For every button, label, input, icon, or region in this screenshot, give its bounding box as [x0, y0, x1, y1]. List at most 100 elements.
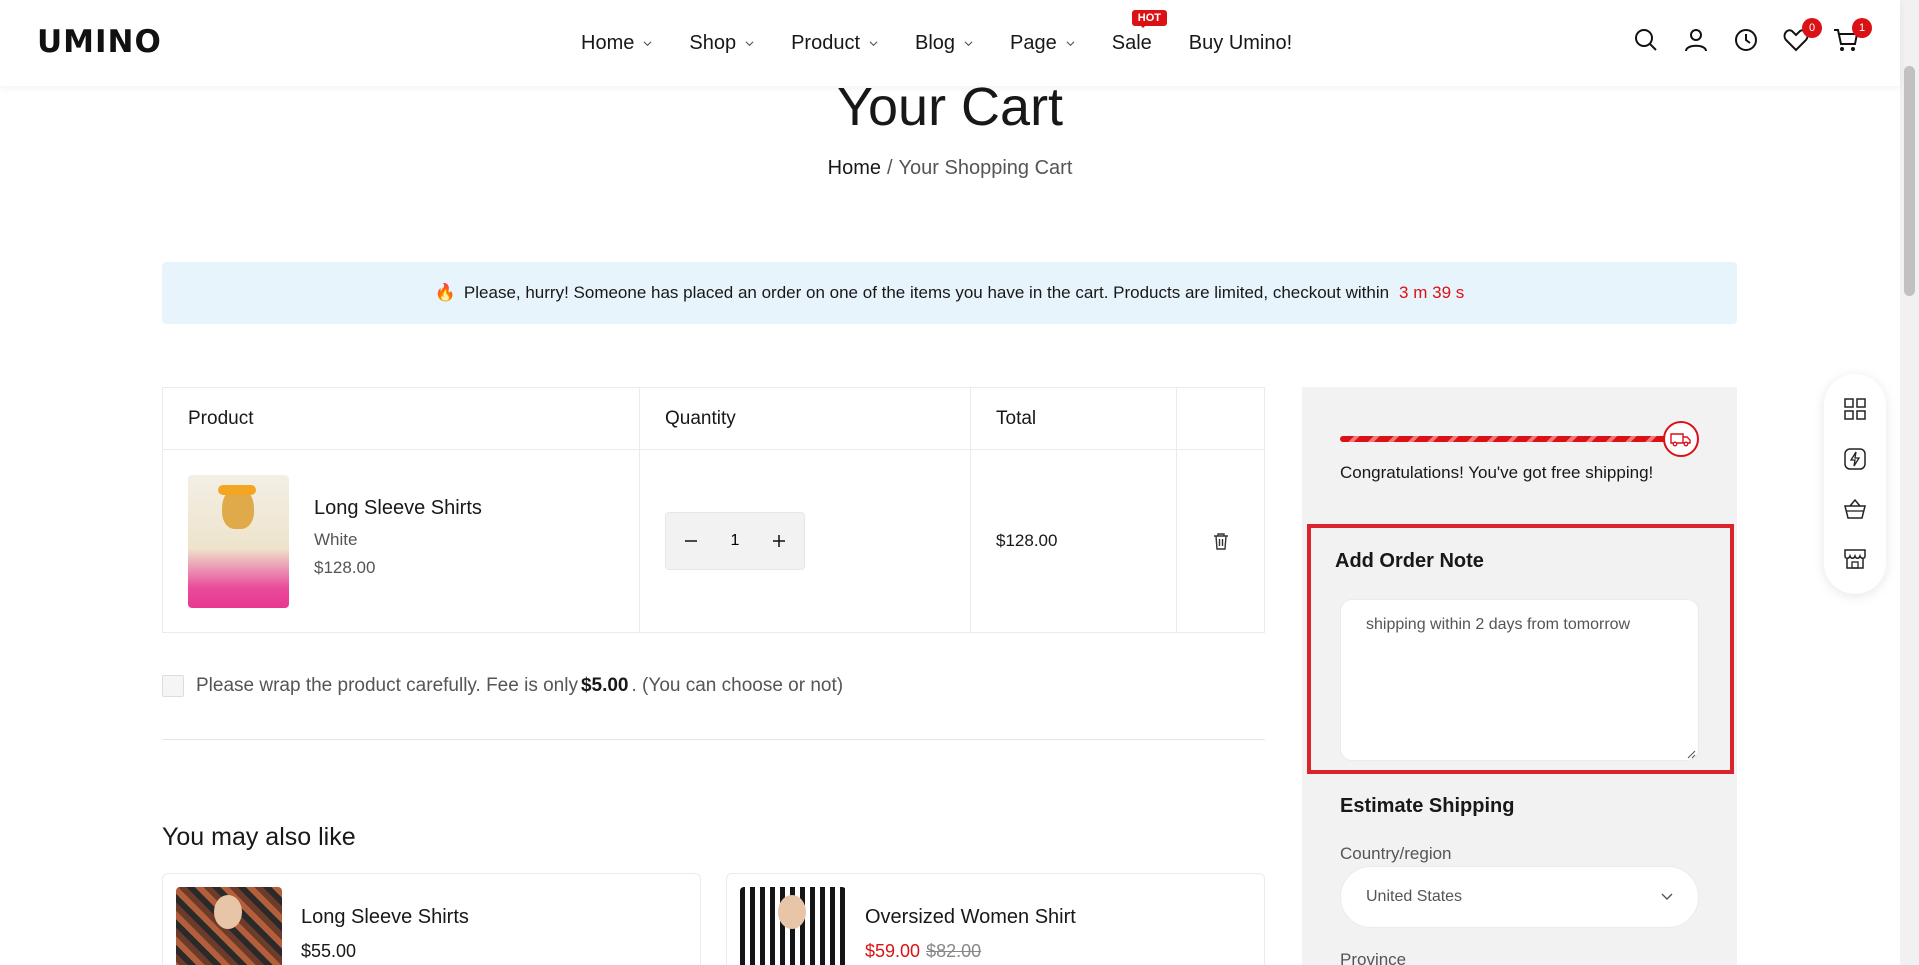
recommendation-image[interactable] — [176, 887, 282, 965]
store-icon[interactable] — [1842, 546, 1868, 572]
recommendations-title: You may also like — [162, 823, 356, 851]
recommendation-card[interactable]: Oversized Women Shirt $59.00 $82.00 — [726, 873, 1265, 965]
chevron-down-icon — [869, 40, 878, 46]
plus-icon — [773, 535, 785, 547]
cart-item-row: Long Sleeve Shirts White $128.00 $128.00 — [163, 450, 1264, 632]
site-logo[interactable]: UMINO — [37, 24, 162, 60]
breadcrumb-home-link[interactable]: Home — [828, 157, 881, 179]
hurry-banner: 🔥 Please, hurry! Someone has placed an o… — [162, 262, 1737, 324]
quantity-input[interactable] — [715, 532, 755, 550]
minus-icon — [685, 540, 697, 542]
cart-count-badge: 1 — [1852, 18, 1872, 38]
nav-sale-label: Sale — [1111, 31, 1152, 54]
order-note-textarea[interactable]: shipping within 2 days from tomorrow — [1340, 599, 1699, 761]
fire-icon: 🔥 — [434, 283, 456, 302]
wishlist-count-badge: 0 — [1802, 18, 1822, 38]
recommendation-card[interactable]: Long Sleeve Shirts $55.00 — [162, 873, 701, 965]
gift-wrap-checkbox[interactable] — [162, 675, 184, 697]
floating-tool-rail — [1824, 374, 1886, 594]
scrollbar-thumb[interactable] — [1904, 66, 1915, 296]
nav-shop[interactable]: Shop — [689, 32, 754, 55]
nav-buy-umino[interactable]: Buy Umino! — [1189, 32, 1292, 55]
gift-wrap-text: Please wrap the product carefully. Fee i… — [196, 675, 578, 696]
nav-page-label: Page — [1010, 31, 1057, 54]
remove-item-button[interactable] — [1212, 531, 1230, 551]
sale-price: $59.00 — [865, 941, 921, 961]
recommendation-image-detail — [214, 895, 242, 929]
nav-product[interactable]: Product — [791, 32, 878, 55]
clock-icon[interactable] — [1732, 26, 1760, 54]
recommendation-image-detail — [778, 895, 806, 929]
old-price: $82.00 — [926, 941, 982, 961]
product-variant: White — [314, 529, 358, 549]
order-note-title: Add Order Note — [1335, 550, 1484, 572]
product-name-link[interactable]: Long Sleeve Shirts — [314, 497, 482, 520]
nav-page[interactable]: Page — [1010, 32, 1075, 55]
product-image[interactable] — [188, 474, 289, 608]
cart-item-actions — [1177, 450, 1264, 632]
free-shipping-progress-bar — [1340, 436, 1675, 442]
checkout-timer: 3 m 39 s — [1399, 283, 1465, 302]
quantity-stepper — [665, 512, 805, 570]
chevron-down-icon — [964, 40, 973, 46]
cart-item-total: $128.00 — [971, 450, 1177, 632]
gift-wrap-note: . (You can choose or not) — [631, 675, 844, 696]
nav-sale[interactable]: HOT Sale — [1111, 9, 1167, 55]
product-price: $128.00 — [314, 557, 376, 577]
nav-blog[interactable]: Blog — [915, 32, 973, 55]
cart-table: Product Quantity Total Long Sleeve Shirt… — [162, 387, 1265, 633]
breadcrumb: Home / Your Shopping Cart — [0, 157, 1900, 180]
header-product: Product — [163, 388, 640, 449]
banner-message: Please, hurry! Someone has placed an ord… — [463, 283, 1390, 302]
increase-quantity-button[interactable] — [768, 530, 790, 552]
breadcrumb-current: Your Shopping Cart — [898, 157, 1073, 179]
grid-icon[interactable] — [1842, 396, 1868, 422]
recommendation-image[interactable] — [740, 887, 846, 965]
resize-handle-icon[interactable] — [1686, 749, 1696, 759]
search-icon[interactable] — [1632, 26, 1660, 54]
basket-icon[interactable] — [1842, 496, 1868, 522]
breadcrumb-separator: / — [886, 157, 893, 179]
gift-wrap-option: Please wrap the product carefully. Fee i… — [162, 675, 843, 697]
country-select[interactable]: United States — [1340, 866, 1699, 928]
free-shipping-message: Congratulations! You've got free shippin… — [1340, 463, 1654, 482]
cart-sidebar: Congratulations! You've got free shippin… — [1302, 387, 1737, 965]
cart-item-quantity — [640, 450, 971, 632]
delivery-truck-icon — [1663, 421, 1699, 457]
page-scrollbar[interactable] — [1900, 0, 1919, 965]
header-icons: 0 1 — [1632, 18, 1872, 54]
estimate-shipping-title: Estimate Shipping — [1340, 795, 1515, 817]
nav-product-label: Product — [791, 31, 861, 54]
recommendation-name[interactable]: Long Sleeve Shirts — [301, 906, 469, 929]
chevron-down-icon — [643, 40, 652, 46]
country-value: United States — [1366, 888, 1463, 905]
user-icon[interactable] — [1682, 26, 1710, 54]
nav-buy-umino-label: Buy Umino! — [1188, 31, 1293, 54]
decrease-quantity-button[interactable] — [680, 530, 702, 552]
header-quantity: Quantity — [640, 388, 971, 449]
nav-home-label: Home — [581, 31, 635, 54]
line-total: $128.00 — [996, 531, 1058, 550]
nav-shop-label: Shop — [689, 31, 737, 54]
nav-home[interactable]: Home — [581, 32, 652, 55]
chevron-down-icon — [1066, 40, 1075, 46]
cart-button[interactable]: 1 — [1832, 18, 1872, 54]
main-nav: Home Shop Product Blog Page HOT Sale Buy… — [581, 0, 1329, 86]
recommendation-price: $55.00 — [301, 941, 357, 961]
site-header: UMINO Home Shop Product Blog Page HOT Sa… — [0, 0, 1900, 86]
recommendation-price: $59.00 $82.00 — [865, 941, 981, 962]
gift-wrap-fee: $5.00 — [580, 675, 629, 696]
product-info: Long Sleeve Shirts White $128.00 — [314, 497, 482, 586]
section-divider — [162, 739, 1265, 740]
recommendation-name[interactable]: Oversized Women Shirt — [865, 906, 1076, 929]
nav-blog-label: Blog — [915, 31, 956, 54]
wishlist-button[interactable]: 0 — [1782, 18, 1822, 54]
product-image-detail — [218, 484, 256, 495]
chevron-down-icon — [1661, 893, 1673, 900]
header-total: Total — [971, 388, 1177, 449]
chevron-down-icon — [745, 40, 754, 46]
cart-table-header: Product Quantity Total — [163, 388, 1264, 450]
cart-item-product: Long Sleeve Shirts White $128.00 — [163, 450, 640, 632]
header-actions — [1177, 388, 1264, 449]
lightning-icon[interactable] — [1842, 446, 1868, 472]
